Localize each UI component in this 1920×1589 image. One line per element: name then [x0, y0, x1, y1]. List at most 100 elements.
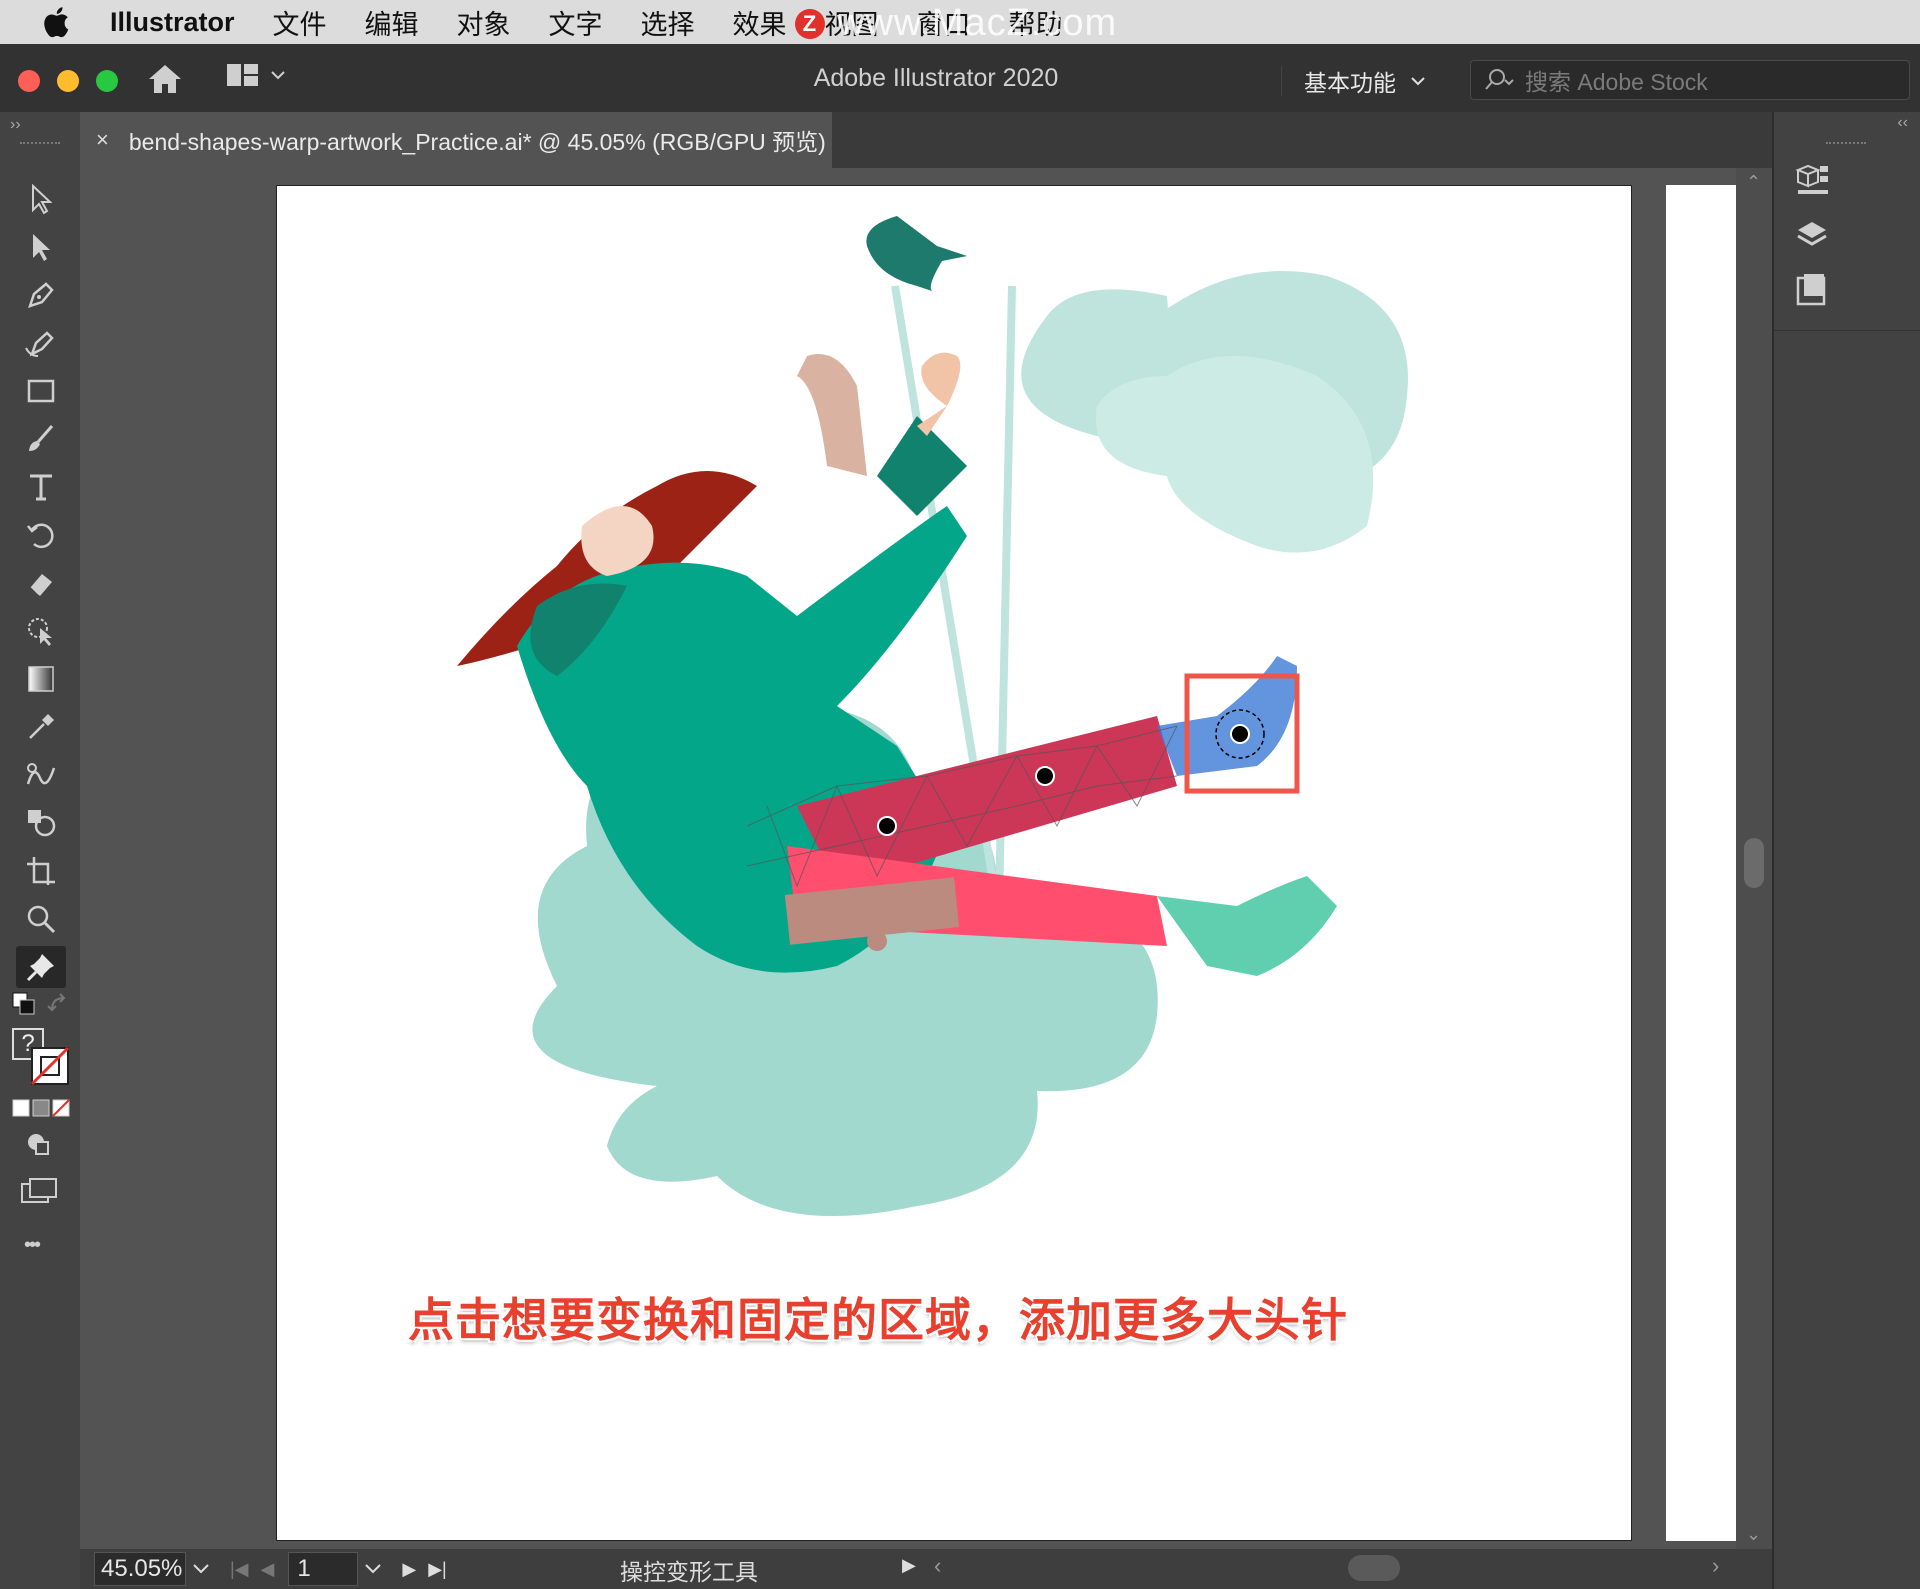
- arm-left: [797, 354, 867, 476]
- menu-file[interactable]: 文件: [273, 3, 327, 42]
- pen-icon: [28, 282, 54, 308]
- scroll-up-icon[interactable]: ⌃: [1746, 172, 1761, 193]
- toolbar-collapse-button[interactable]: ››: [10, 116, 21, 134]
- rotate-tool[interactable]: [16, 514, 66, 556]
- eyedropper-icon: [29, 714, 54, 739]
- shape-builder-icon: [28, 618, 52, 646]
- selection-arrow-icon: [32, 183, 53, 215]
- edit-toolbar-more-icon[interactable]: •••: [24, 1234, 41, 1257]
- scroll-down-icon[interactable]: ⌄: [1746, 1524, 1761, 1545]
- app-title-bar: Adobe Illustrator 2020 基本功能 搜索 Adobe Sto…: [0, 44, 1920, 112]
- swap-colors-icon[interactable]: [46, 992, 72, 1018]
- shoe-lower: [1157, 876, 1337, 976]
- rectangle-tool[interactable]: [16, 370, 66, 412]
- artboard-number-field[interactable]: 1: [288, 1552, 359, 1586]
- eyedropper-tool[interactable]: [16, 706, 66, 748]
- swing-knob: [867, 931, 887, 951]
- puppet-pin[interactable]: [877, 816, 897, 836]
- symbol-sprayer-tool[interactable]: [16, 802, 66, 844]
- current-tool-label: 操控变形工具: [620, 1559, 758, 1585]
- workspace-dropdown[interactable]: 基本功能: [1281, 66, 1426, 96]
- puppet-warp-pin-icon: [26, 954, 54, 982]
- eraser-icon: [29, 574, 52, 596]
- arm-right: [917, 352, 961, 436]
- type-t-icon: [30, 474, 52, 501]
- status-menu-arrow-icon[interactable]: ▶: [902, 1555, 916, 1576]
- chevron-down-icon[interactable]: [358, 1559, 388, 1579]
- zoom-tool[interactable]: [16, 898, 66, 940]
- scroll-left-icon[interactable]: ‹: [934, 1553, 941, 1579]
- draw-mode-icon[interactable]: [24, 1130, 54, 1160]
- artboard-tool[interactable]: [16, 850, 66, 892]
- right-panel-dock: ‹‹: [1772, 112, 1920, 1589]
- close-tab-icon[interactable]: ×: [96, 127, 109, 153]
- paintbrush-icon: [29, 425, 54, 451]
- panel-separator: [1774, 330, 1920, 331]
- screen-mode-icon[interactable]: [20, 1176, 58, 1206]
- apple-menu-icon[interactable]: [40, 4, 76, 40]
- document-tab-bar: × bend-shapes-warp-artwork_Practice.ai* …: [80, 112, 1772, 168]
- gradient-tool[interactable]: [16, 658, 66, 700]
- layers-icon[interactable]: [1792, 216, 1832, 256]
- swallow-bird: [866, 216, 967, 291]
- zoom-magnifier-icon: [27, 905, 56, 934]
- libraries-icon[interactable]: [1792, 160, 1832, 200]
- first-artboard-icon[interactable]: |◀: [230, 1559, 249, 1580]
- eraser-tool[interactable]: [16, 562, 66, 604]
- mac-menu-bar: Illustrator 文件 编辑 对象 文字 选择 效果 视图 窗口 帮助 Z…: [0, 0, 1920, 44]
- color-mode-buttons[interactable]: [12, 1098, 70, 1118]
- stock-search-field[interactable]: 搜索 Adobe Stock: [1470, 60, 1910, 100]
- menu-select[interactable]: 选择: [641, 3, 695, 42]
- status-bar: 45.05% |◀ ◀ 1 ▶ ▶| 操控变形工具 ▶ ‹ ›: [80, 1549, 1772, 1589]
- scroll-thumb[interactable]: [1744, 838, 1764, 888]
- watermark: Z www.MacZ.com: [795, 2, 1117, 45]
- next-artboard-icon[interactable]: ▶: [402, 1559, 416, 1580]
- direct-selection-arrow-icon: [33, 234, 50, 261]
- zoom-level-field[interactable]: 45.05%: [94, 1552, 186, 1586]
- blend-icon: [26, 763, 56, 785]
- artboards-icon[interactable]: [1792, 270, 1832, 310]
- paintbrush-tool[interactable]: [16, 418, 66, 460]
- search-icon: [1485, 69, 1514, 90]
- rotate-icon: [27, 523, 54, 549]
- chevron-down-icon[interactable]: [186, 1559, 216, 1579]
- direct-selection-tool[interactable]: [16, 226, 66, 268]
- gradient-icon: [28, 666, 54, 692]
- panel-grip[interactable]: [1826, 142, 1866, 144]
- shapes-icon: [28, 810, 56, 837]
- puppet-warp-tool[interactable]: [16, 946, 66, 988]
- blend-tool[interactable]: [16, 754, 66, 796]
- watermark-text: www.MacZ.com: [837, 2, 1118, 44]
- type-tool[interactable]: [16, 466, 66, 508]
- curvature-pen-icon: [25, 331, 54, 357]
- chevron-down-icon: [1411, 77, 1425, 86]
- menu-effect[interactable]: 效果: [733, 3, 787, 42]
- menu-edit[interactable]: 编辑: [365, 3, 419, 42]
- default-colors-icon[interactable]: [10, 990, 40, 1020]
- document-tab[interactable]: × bend-shapes-warp-artwork_Practice.ai* …: [80, 112, 832, 168]
- watermark-logo: Z: [795, 8, 825, 39]
- document-tab-label: bend-shapes-warp-artwork_Practice.ai* @ …: [128, 129, 826, 155]
- pen-tool[interactable]: [16, 274, 66, 316]
- vertical-scrollbar[interactable]: ⌃ ⌄: [1736, 168, 1772, 1549]
- shape-builder-tool[interactable]: [16, 610, 66, 652]
- tools-panel: ›› ? •••: [0, 112, 80, 1589]
- menu-type[interactable]: 文字: [549, 3, 603, 42]
- selection-tool[interactable]: [16, 178, 66, 220]
- app-menu-illustrator[interactable]: Illustrator: [110, 7, 235, 38]
- panel-collapse-button[interactable]: ‹‹: [1897, 114, 1908, 132]
- rectangle-icon: [27, 379, 55, 403]
- horizontal-scroll-thumb[interactable]: [1348, 1555, 1400, 1581]
- artboard-icon: [27, 857, 55, 885]
- workspace-label: 基本功能: [1304, 70, 1396, 96]
- puppet-pin-selected[interactable]: [1230, 724, 1250, 744]
- toolbar-grip[interactable]: [20, 142, 60, 148]
- search-placeholder: 搜索 Adobe Stock: [1525, 69, 1708, 95]
- stroke-swatch-none[interactable]: [30, 1046, 70, 1086]
- scroll-right-icon[interactable]: ›: [1712, 1553, 1719, 1579]
- curvature-tool[interactable]: [16, 322, 66, 364]
- menu-object[interactable]: 对象: [457, 3, 511, 42]
- puppet-pin[interactable]: [1035, 766, 1055, 786]
- previous-artboard-icon[interactable]: ◀: [261, 1559, 275, 1580]
- last-artboard-icon[interactable]: ▶|: [428, 1559, 447, 1580]
